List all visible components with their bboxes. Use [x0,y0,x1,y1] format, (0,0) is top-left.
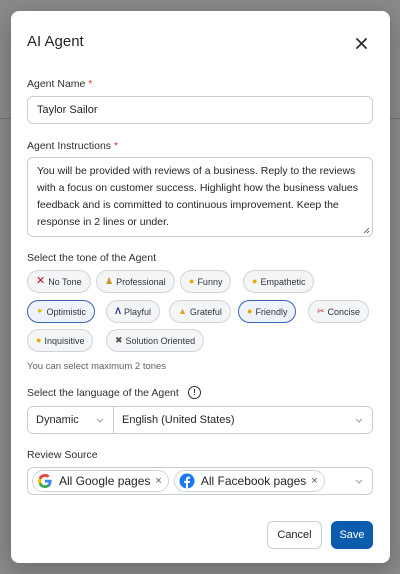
folded-hands-icon: ▲ [178,306,187,316]
required-mark: * [88,78,93,90]
agent-name-input[interactable]: Taylor Sailor [27,96,373,124]
agent-name-label-text: Agent Name [27,78,86,90]
source-chip-label: All Google pages [59,474,151,488]
backdrop-tab-underline-right [390,118,400,119]
tone-chip-concise[interactable]: ✂ Concise [308,300,370,323]
playful-icon: Λ [115,306,122,316]
tone-chip-inquisitive[interactable]: ● Inquisitive [27,329,94,352]
language-mode-select[interactable]: Dynamic [28,407,114,433]
red-x-icon: ✕ [36,275,46,287]
tone-hint: You can select maximum 2 tones [27,361,167,372]
backdrop-tab-underline [0,118,11,119]
source-chip-facebook: All Facebook pages × [173,470,325,492]
language-mode-value: Dynamic [36,414,79,426]
chevron-down-icon [355,418,363,423]
tone-chip-label: No Tone [48,276,82,287]
review-source-select[interactable]: All Google pages × All Facebook pages × [27,467,373,495]
ai-agent-modal: AI Agent Agent Name * Taylor Sailor Agent… [11,11,390,563]
tone-chip-friendly[interactable]: ● Friendly [238,300,297,323]
google-icon [38,474,52,488]
agent-name-label: Agent Name * [27,78,92,90]
empathetic-face-icon: ● [252,276,258,286]
agent-instructions-text: You will be provided with reviews of a b… [37,165,358,228]
tone-chip-label: Inquisitive [44,335,85,346]
tone-chip-empathetic[interactable]: ● Empathetic [243,270,315,293]
tone-chip-label: Playful [124,306,152,317]
chevron-down-icon [96,418,104,423]
source-chip-google: All Google pages × [32,470,169,492]
source-chip-label: All Facebook pages [200,474,307,488]
modal-title: AI Agent [27,33,84,50]
language-select: Dynamic English (United States) [27,406,373,434]
smiling-face-icon: ● [247,306,253,316]
tone-chip-grateful[interactable]: ▲ Grateful [169,300,231,323]
tone-chip-label: Grateful [189,306,222,317]
tone-chip-label: Professional [116,276,166,287]
save-button[interactable]: Save [331,521,373,549]
required-mark: * [114,140,119,152]
tone-chip-solution-oriented[interactable]: ✖ Solution Oriented [106,329,205,352]
remove-source-button[interactable]: × [155,475,161,487]
agent-instructions-label-text: Agent Instructions [27,140,112,152]
review-source-label: Review Source [27,449,98,461]
tone-chip-playful[interactable]: Λ Playful [106,300,161,323]
tone-chip-label: Concise [327,306,361,317]
scissors-icon: ✂ [317,306,325,316]
chevron-down-icon[interactable] [354,476,364,486]
sparkle-icon: ✦ [36,306,44,316]
tone-chip-label: Optimistic [46,306,87,317]
facebook-icon [179,473,195,489]
tone-chip-no-tone[interactable]: ✕ No Tone [27,270,91,293]
language-value: English (United States) [122,414,235,426]
tone-chip-label: Empathetic [260,276,306,287]
cancel-button[interactable]: Cancel [267,521,322,549]
remove-source-button[interactable]: × [311,475,317,487]
close-button[interactable] [351,33,371,53]
language-label: Select the language of the Agent [27,387,179,399]
tone-chip-label: Solution Oriented [125,335,196,346]
tone-chip-label: Funny [197,276,223,287]
thinking-face-icon: ● [36,335,42,345]
tone-chip-optimistic[interactable]: ✦ Optimistic [27,300,96,323]
agent-instructions-textarea[interactable]: You will be provided with reviews of a b… [27,157,373,237]
agent-instructions-label: Agent Instructions * [27,140,118,152]
professional-person-icon: ♟ [105,276,114,286]
close-icon [355,37,367,49]
language-value-select[interactable]: English (United States) [114,407,372,433]
tone-label: Select the tone of the Agent [27,252,157,264]
info-icon[interactable]: ! [188,386,201,399]
tone-chip-funny[interactable]: ● Funny [180,270,232,293]
tone-chip-label: Friendly [255,306,288,317]
laughing-face-icon: ● [189,276,195,286]
tools-icon: ✖ [115,335,123,345]
resize-grip-icon[interactable] [363,227,370,234]
tone-chip-professional[interactable]: ♟ Professional [96,270,175,293]
